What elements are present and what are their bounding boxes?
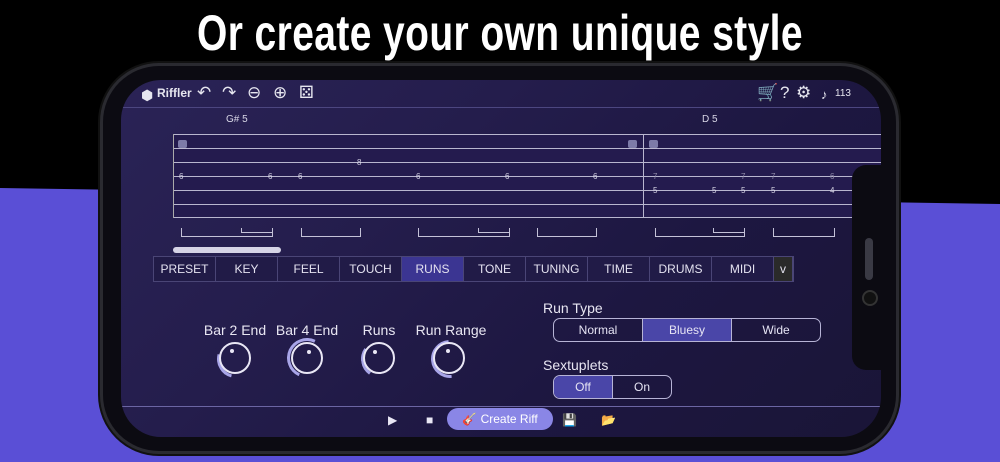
rhythm-beam	[241, 228, 273, 233]
undo-icon[interactable]: ↶	[197, 84, 211, 102]
phone-sensor	[865, 238, 873, 280]
tab-midi[interactable]: MIDI	[712, 257, 774, 281]
bottom-divider	[121, 406, 881, 407]
create-riff-button[interactable]: 🎸 Create Riff	[447, 408, 553, 430]
staff-line	[174, 148, 881, 149]
tab-tone[interactable]: TONE	[464, 257, 526, 281]
run-type-label: Run Type	[543, 300, 603, 316]
toolbar-divider	[121, 107, 881, 108]
tab-note[interactable]: 7	[653, 172, 657, 181]
sextuplets-label: Sextuplets	[543, 357, 609, 373]
rhythm-beam	[478, 228, 510, 233]
phone-camera	[862, 290, 878, 306]
zoom-in-icon[interactable]: ⊕	[273, 84, 287, 102]
bar-line	[643, 134, 644, 218]
tab-note[interactable]: 5	[741, 186, 745, 195]
guitar-icon: 🎸	[462, 412, 478, 426]
knob-label: Runs	[362, 322, 396, 338]
run-type-normal[interactable]: Normal	[554, 319, 643, 341]
knob-label: Bar 2 End	[203, 322, 267, 338]
sextuplets-on[interactable]: On	[613, 376, 671, 398]
section-tabs: PRESET KEY FEEL TOUCH RUNS TONE TUNING T…	[153, 256, 794, 282]
help-icon[interactable]: ?	[780, 84, 789, 102]
tab-note[interactable]: 5	[712, 186, 716, 195]
stop-icon[interactable]: ■	[426, 413, 433, 427]
run-range-knob[interactable]	[433, 342, 465, 374]
sextuplets-selector: Off On	[553, 375, 672, 399]
tab-note[interactable]: 6	[179, 172, 183, 181]
staff-line	[174, 204, 881, 205]
redo-icon[interactable]: ↷	[222, 84, 236, 102]
tab-note[interactable]: 6	[298, 172, 302, 181]
tab-note[interactable]: 7	[741, 172, 745, 181]
rhythm-beam	[537, 228, 597, 237]
chord-label: G# 5	[226, 114, 248, 125]
rhythm-beam	[301, 228, 361, 237]
tab-drums[interactable]: DRUMS	[650, 257, 712, 281]
lock-icon[interactable]	[649, 140, 658, 148]
zoom-out-icon[interactable]: ⊖	[247, 84, 261, 102]
sextuplets-off[interactable]: Off	[554, 376, 613, 398]
staff-line	[174, 217, 881, 218]
guitar-pick-icon[interactable]: ♪	[821, 86, 828, 104]
tab-note[interactable]: 4	[830, 186, 834, 195]
runs-knob[interactable]	[363, 342, 395, 374]
run-type-wide[interactable]: Wide	[732, 319, 820, 341]
tab-time[interactable]: TIME	[588, 257, 650, 281]
tab-feel[interactable]: FEEL	[278, 257, 340, 281]
staff-line	[174, 162, 881, 163]
rhythm-beam	[713, 228, 745, 233]
riffler-logo-icon: ⬢	[141, 87, 154, 103]
app-name: Riffler	[157, 86, 192, 100]
tab-note[interactable]: 6	[593, 172, 597, 181]
create-riff-label: Create Riff	[480, 412, 538, 426]
lock-icon[interactable]	[178, 140, 187, 148]
bar2-end-knob[interactable]	[219, 342, 251, 374]
tab-scrollbar[interactable]	[173, 247, 281, 253]
lock-icon[interactable]	[628, 140, 637, 148]
play-icon[interactable]: ▶	[388, 413, 397, 427]
bar4-end-knob[interactable]	[291, 342, 323, 374]
tab-note[interactable]: 6	[416, 172, 420, 181]
dice-icon[interactable]: ⚄	[299, 84, 314, 102]
tab-runs[interactable]: RUNS	[402, 257, 464, 281]
run-type-bluesy[interactable]: Bluesy	[643, 319, 732, 341]
toolbar: ⬢ Riffler ↶ ↷ ⊖ ⊕ ⚄ 🛒 ? ⚙ ♪ 113	[121, 80, 881, 108]
tab-note[interactable]: 6	[830, 172, 834, 181]
tab-note[interactable]: 8	[357, 158, 361, 167]
chord-label: D 5	[702, 114, 718, 125]
tab-tuning[interactable]: TUNING	[526, 257, 588, 281]
app-screen: ⬢ Riffler ↶ ↷ ⊖ ⊕ ⚄ 🛒 ? ⚙ ♪ 113 G# 5 D 5…	[121, 80, 881, 437]
knob-label: Bar 4 End	[275, 322, 339, 338]
run-type-selector: Normal Bluesy Wide	[553, 318, 821, 342]
tab-note[interactable]: 6	[505, 172, 509, 181]
count-badge: 113	[835, 88, 851, 99]
folder-icon[interactable]: 📂	[601, 413, 616, 427]
tab-note[interactable]: 6	[268, 172, 272, 181]
tab-note[interactable]: 5	[771, 186, 775, 195]
gear-icon[interactable]: ⚙	[796, 84, 811, 102]
knob-label: Run Range	[415, 322, 487, 338]
headline: Or create your own unique style	[197, 5, 803, 61]
rhythm-beam	[773, 228, 835, 237]
tab-more[interactable]: v	[774, 257, 793, 281]
tab-touch[interactable]: TOUCH	[340, 257, 402, 281]
tab-key[interactable]: KEY	[216, 257, 278, 281]
staff-line	[174, 134, 881, 135]
save-icon[interactable]: 💾	[562, 413, 577, 427]
tab-note[interactable]: 5	[653, 186, 657, 195]
cart-icon[interactable]: 🛒	[757, 84, 778, 102]
tab-preset[interactable]: PRESET	[154, 257, 216, 281]
tab-note[interactable]: 7	[771, 172, 775, 181]
